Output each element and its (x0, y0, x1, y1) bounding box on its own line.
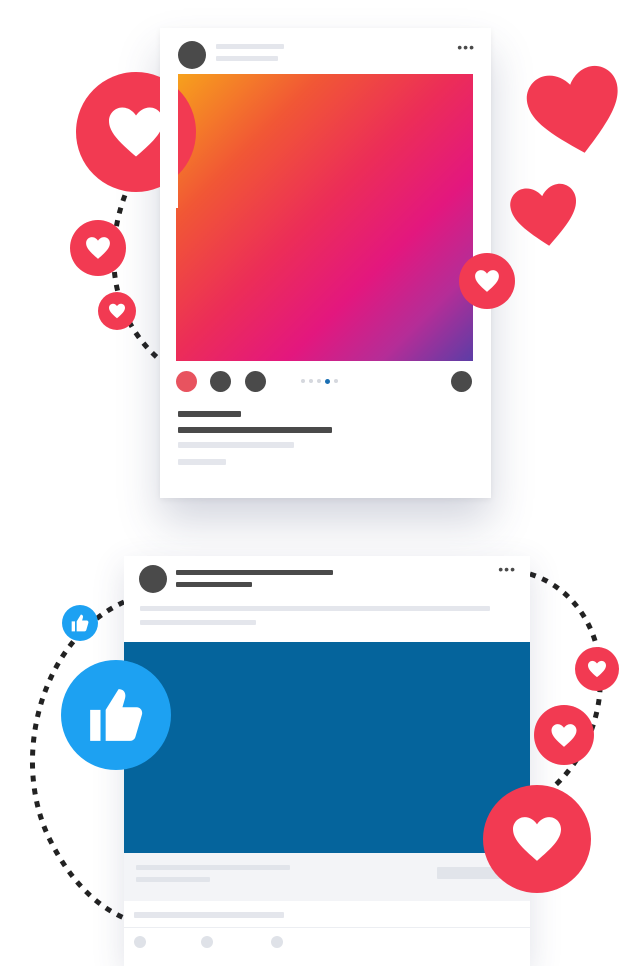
timestamp-placeholder (178, 459, 226, 465)
heart-reaction-bubble (575, 647, 619, 691)
more-horizontal-icon[interactable]: ••• (457, 40, 475, 54)
divider (124, 927, 530, 928)
link-domain-placeholder (136, 877, 210, 882)
like-reaction-bubble (62, 605, 98, 641)
card-edge-overlay (160, 28, 178, 208)
heart-reaction-bubble (98, 292, 136, 330)
post-text-placeholder (140, 606, 490, 611)
carousel-dot-active (325, 379, 330, 384)
like-icon[interactable] (134, 936, 146, 948)
heart-reaction-bubble (459, 253, 515, 309)
social-post-card-top: ••• (160, 28, 491, 498)
social-post-card-bottom: ••• (124, 556, 530, 966)
link-preview-strip (124, 853, 530, 901)
link-title-placeholder (136, 865, 290, 870)
subtitle-placeholder (216, 56, 278, 61)
thumbs-up-icon (71, 614, 89, 632)
heart-icon (109, 107, 163, 157)
post-media (124, 642, 530, 853)
comment-placeholder (178, 442, 294, 448)
carousel-dot (317, 379, 321, 383)
username-placeholder (176, 570, 333, 575)
thumbs-up-icon (90, 689, 143, 741)
avatar (139, 565, 167, 593)
post-photo (176, 74, 473, 361)
subtitle-placeholder (176, 582, 252, 587)
carousel-dot (309, 379, 313, 383)
heart-icon (475, 270, 499, 292)
like-icon[interactable] (176, 371, 197, 392)
heart-icon (510, 183, 576, 246)
avatar (178, 41, 206, 69)
likes-count-placeholder (178, 411, 241, 417)
post-text-placeholder (140, 620, 256, 625)
heart-icon (513, 817, 561, 861)
heart-reaction-bubble (534, 705, 594, 765)
carousel-dot (301, 379, 305, 383)
carousel-dot (334, 379, 338, 383)
reaction-summary-placeholder (134, 912, 284, 918)
heart-icon (526, 65, 618, 153)
heart-icon (551, 723, 577, 747)
more-horizontal-icon[interactable]: ••• (498, 562, 516, 576)
comment-icon[interactable] (210, 371, 231, 392)
bookmark-icon[interactable] (451, 371, 472, 392)
heart-icon (588, 660, 606, 678)
share-icon[interactable] (271, 936, 283, 948)
username-placeholder (216, 44, 284, 49)
heart-icon (86, 237, 110, 259)
caption-placeholder (178, 427, 332, 433)
heart-reaction-bubble (70, 220, 126, 276)
heart-reaction-bubble (483, 785, 591, 893)
share-icon[interactable] (245, 371, 266, 392)
comment-icon[interactable] (201, 936, 213, 948)
heart-reaction-bubble (76, 72, 196, 192)
heart-icon (109, 303, 125, 319)
like-reaction-bubble (61, 660, 171, 770)
